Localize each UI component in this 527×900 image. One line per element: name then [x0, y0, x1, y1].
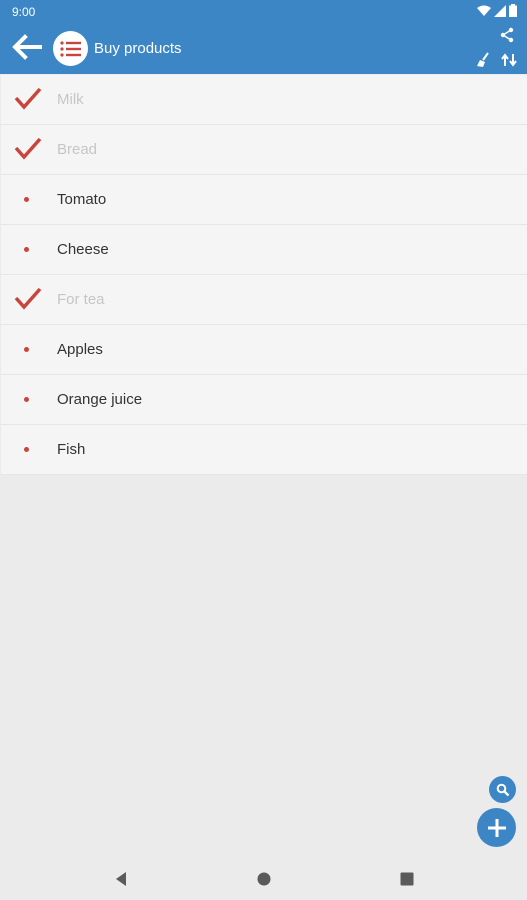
list-item-label: Bread	[57, 141, 98, 158]
navigation-bar	[0, 858, 527, 900]
list-icon	[59, 40, 81, 57]
back-arrow-icon[interactable]	[10, 33, 42, 61]
clear-button[interactable]	[475, 52, 491, 68]
product-list: Milk Bread Tomato Cheese For tea Apples Orange…	[1, 75, 527, 475]
list-item-label: Apples	[57, 341, 103, 358]
signal-icon	[494, 4, 506, 17]
list-item[interactable]: Fish	[1, 425, 527, 475]
checkmark-icon	[14, 87, 42, 110]
bullet-icon	[24, 247, 29, 252]
app-logo	[53, 31, 88, 66]
list-item[interactable]: Orange juice	[1, 375, 527, 425]
broom-icon	[477, 52, 489, 67]
list-item[interactable]: Bread	[1, 125, 527, 175]
status-time: 9:00	[12, 5, 36, 19]
search-button[interactable]	[489, 776, 516, 803]
status-icons	[477, 4, 517, 17]
nav-home-icon[interactable]	[256, 871, 272, 887]
plus-icon	[487, 818, 506, 837]
add-item-button[interactable]	[477, 808, 516, 847]
share-icon[interactable]	[499, 27, 515, 43]
checkmark-icon	[14, 137, 42, 160]
bullet-icon	[24, 347, 29, 352]
list-item[interactable]: Cheese	[1, 225, 527, 275]
list-item-label: Tomato	[57, 191, 107, 208]
bullet-icon	[24, 397, 29, 402]
list-item[interactable]: Apples	[1, 325, 527, 375]
nav-recents-icon[interactable]	[399, 871, 415, 887]
search-icon	[496, 783, 509, 796]
list-item[interactable]: Milk	[1, 75, 527, 125]
list-item[interactable]: For tea	[1, 275, 527, 325]
list-item-label: Fish	[57, 441, 86, 458]
checkmark-icon	[14, 287, 42, 310]
toolbar-actions	[475, 52, 517, 68]
list-item-label: Milk	[57, 91, 84, 108]
bullet-icon	[24, 197, 29, 202]
list-item-label: Orange juice	[57, 391, 143, 408]
page-title: Buy products	[94, 40, 182, 57]
list-item[interactable]: Tomato	[1, 175, 527, 225]
wifi-icon	[477, 5, 491, 16]
battery-icon	[509, 4, 517, 17]
swap-icon	[501, 53, 517, 67]
sort-button[interactable]	[501, 52, 517, 68]
list-item-label: For tea	[57, 291, 105, 308]
list-item-label: Cheese	[57, 241, 109, 258]
nav-back-icon[interactable]	[113, 871, 129, 887]
bullet-icon	[24, 447, 29, 452]
app-bar: 9:00 Buy products	[0, 0, 527, 74]
